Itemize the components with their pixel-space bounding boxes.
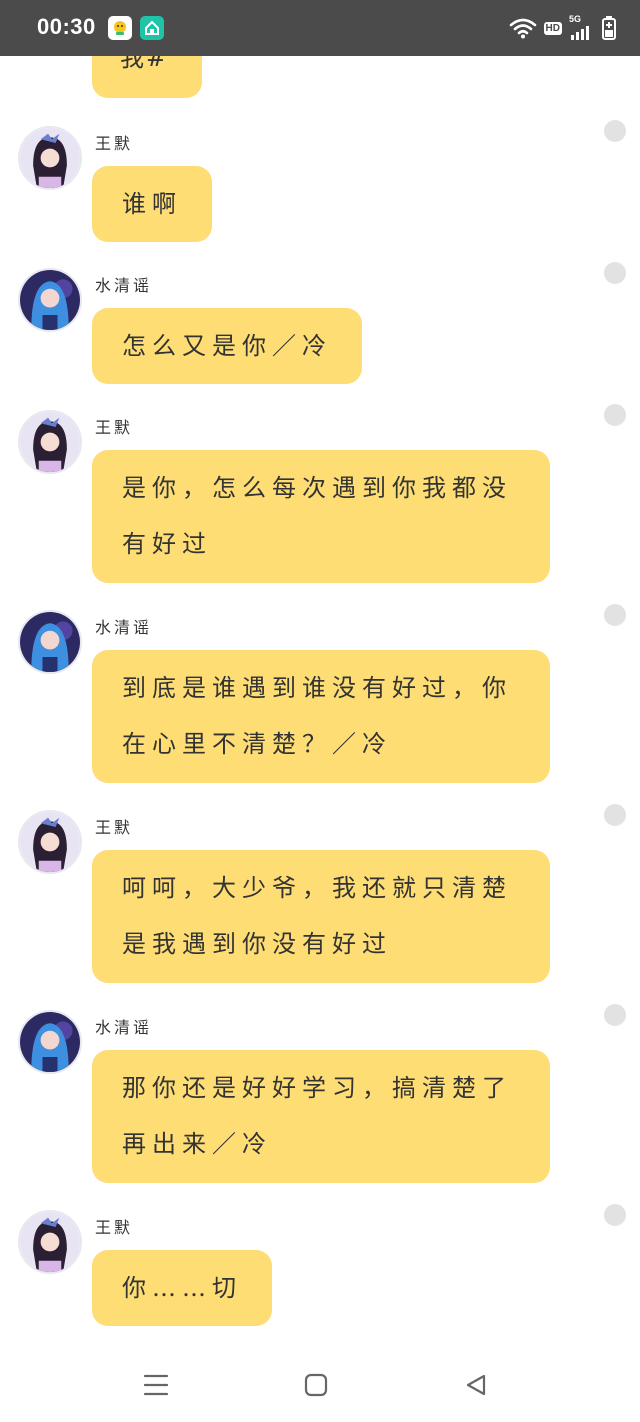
unread-dot	[604, 1204, 626, 1226]
message-bubble[interactable]: 那你还是好好学习，搞清楚了再出来／冷	[92, 1050, 550, 1183]
avatar-shuiqingli[interactable]	[18, 1010, 82, 1074]
avatar-wangmo[interactable]	[18, 810, 82, 874]
hd-badge: HD	[543, 21, 562, 35]
home-app-icon	[140, 16, 164, 40]
status-bar: 00:30 HD 5G	[0, 0, 640, 56]
navigation-bar	[0, 1356, 640, 1422]
message-item: 水清谣 那你还是好好学习，搞清楚了再出来／冷	[0, 1004, 640, 1190]
avatar-shuiqingli[interactable]	[18, 610, 82, 674]
message-item: 王默 谁啊	[0, 120, 640, 246]
sender-name: 水清谣	[95, 618, 153, 637]
battery-charging-icon	[602, 16, 616, 40]
wifi-icon	[509, 17, 537, 39]
message-item: 王默 你……切	[0, 1204, 640, 1340]
sender-name: 水清谣	[95, 276, 153, 295]
message-bubble[interactable]: 谁啊	[92, 166, 212, 242]
message-bubble[interactable]: 怎么又是你／冷	[92, 308, 362, 384]
sender-name: 王默	[95, 818, 134, 837]
message-item: 我#	[0, 56, 640, 100]
message-item: 水清谣 怎么又是你／冷	[0, 262, 640, 388]
message-bubble[interactable]: 是你，怎么每次遇到你我都没有好过	[92, 450, 550, 583]
message-bubble[interactable]: 你……切	[92, 1250, 272, 1326]
chat-history[interactable]: 我# 王默 谁啊 水清谣 怎么又是你／冷 王默 是你，怎么每次遇到你我都没有好过…	[0, 56, 640, 1356]
unread-dot	[604, 1004, 626, 1026]
menu-icon[interactable]	[141, 1370, 171, 1400]
sender-name: 水清谣	[95, 1018, 153, 1037]
sender-name: 王默	[95, 134, 134, 153]
avatar-shuiqingli[interactable]	[18, 268, 82, 332]
system-icons: HD 5G	[509, 14, 616, 42]
avatar-wangmo[interactable]	[18, 126, 82, 190]
message-item: 王默 呵呵，大少爷，我还就只清楚是我遇到你没有好过	[0, 804, 640, 990]
message-bubble[interactable]: 呵呵，大少爷，我还就只清楚是我遇到你没有好过	[92, 850, 550, 983]
sender-name: 王默	[95, 1218, 134, 1237]
notification-app-icon	[108, 16, 132, 40]
sender-name: 王默	[95, 418, 134, 437]
back-triangle-icon[interactable]	[461, 1370, 491, 1400]
unread-dot	[604, 604, 626, 626]
unread-dot	[604, 262, 626, 284]
status-time: 00:30	[37, 14, 96, 39]
message-bubble[interactable]: 我#	[92, 56, 203, 98]
signal-icon: 5G	[569, 14, 595, 40]
message-bubble[interactable]: 到底是谁遇到谁没有好过，你在心里不清楚？／冷	[92, 650, 550, 783]
unread-dot	[604, 120, 626, 142]
avatar-wangmo[interactable]	[18, 410, 82, 474]
message-item: 王默 是你，怎么每次遇到你我都没有好过	[0, 404, 640, 590]
home-square-icon[interactable]	[301, 1370, 331, 1400]
network-label: 5G	[569, 14, 582, 24]
unread-dot	[604, 404, 626, 426]
unread-dot	[604, 804, 626, 826]
message-item: 水清谣 到底是谁遇到谁没有好过，你在心里不清楚？／冷	[0, 604, 640, 790]
avatar-wangmo[interactable]	[18, 1210, 82, 1274]
